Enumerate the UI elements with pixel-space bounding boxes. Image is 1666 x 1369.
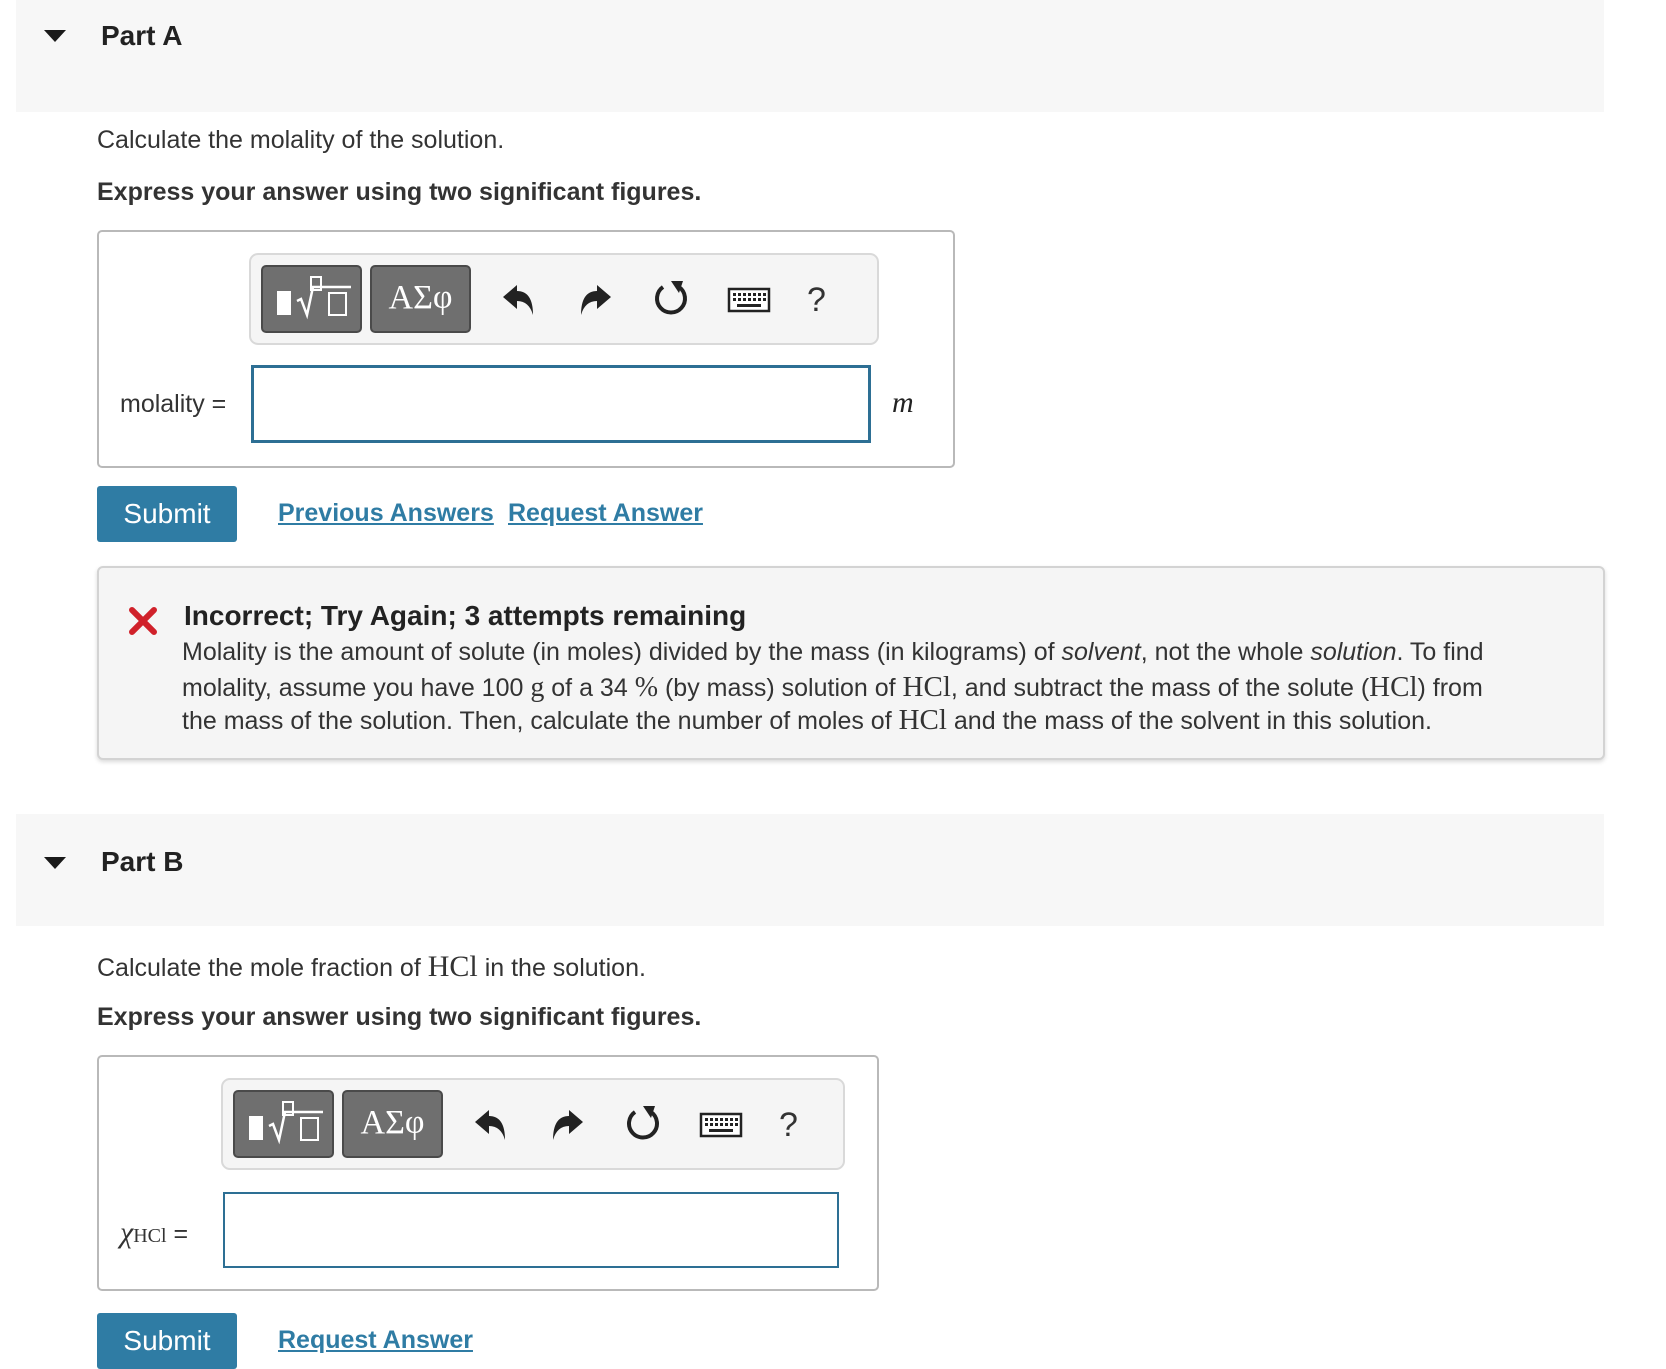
part-a-submit-button[interactable]: Submit <box>97 486 237 542</box>
greek-symbols-button[interactable]: ΑΣφ <box>342 1090 443 1158</box>
request-answer-link[interactable]: Request Answer <box>278 1326 473 1355</box>
unit-label: m <box>892 386 914 419</box>
part-b-submit-button[interactable]: Submit <box>97 1313 237 1369</box>
math-toolbar: ΑΣφ ? <box>221 1078 845 1170</box>
mole-fraction-label: χHCl = <box>120 1216 189 1249</box>
reset-icon[interactable] <box>621 1102 665 1146</box>
redo-icon[interactable] <box>573 277 617 321</box>
keyboard-icon[interactable] <box>697 1102 745 1146</box>
part-a-title: Part A <box>101 20 183 51</box>
molality-label: molality = <box>120 390 227 418</box>
templates-icon <box>277 276 351 320</box>
collapse-caret-icon[interactable] <box>44 857 66 869</box>
part-a-question: Calculate the molality of the solution. <box>97 126 505 154</box>
part-a-header[interactable] <box>16 0 1604 112</box>
feedback-line-2: molality, assume you have 100 g of a 34 … <box>182 671 1483 703</box>
undo-icon[interactable] <box>497 277 541 321</box>
part-b-title: Part B <box>101 846 184 877</box>
undo-icon[interactable] <box>469 1102 513 1146</box>
redo-icon[interactable] <box>545 1102 589 1146</box>
feedback-line-3: the mass of the solution. Then, calculat… <box>182 704 1432 736</box>
part-b-instruction: Express your answer using two significan… <box>97 1003 702 1031</box>
templates-button[interactable] <box>261 265 362 333</box>
mole-fraction-input[interactable] <box>223 1192 839 1268</box>
part-b-question: Calculate the mole fraction of HCl in th… <box>97 950 646 983</box>
molality-input[interactable] <box>251 365 871 443</box>
templates-icon <box>249 1101 323 1145</box>
reset-icon[interactable] <box>649 277 693 321</box>
greek-symbols-button[interactable]: ΑΣφ <box>370 265 471 333</box>
math-toolbar: ΑΣφ ? <box>249 253 879 345</box>
keyboard-icon[interactable] <box>725 277 773 321</box>
help-button[interactable]: ? <box>807 281 826 320</box>
templates-button[interactable] <box>233 1090 334 1158</box>
request-answer-link[interactable]: Request Answer <box>508 499 703 528</box>
part-b-header[interactable] <box>16 814 1604 926</box>
previous-answers-link[interactable]: Previous Answers <box>278 499 494 528</box>
collapse-caret-icon[interactable] <box>44 30 66 42</box>
help-button[interactable]: ? <box>779 1106 798 1145</box>
feedback-line-1: Molality is the amount of solute (in mol… <box>182 638 1484 666</box>
incorrect-x-icon <box>129 607 157 635</box>
part-a-instruction: Express your answer using two significan… <box>97 178 702 206</box>
feedback-title: Incorrect; Try Again; 3 attempts remaini… <box>184 600 747 631</box>
